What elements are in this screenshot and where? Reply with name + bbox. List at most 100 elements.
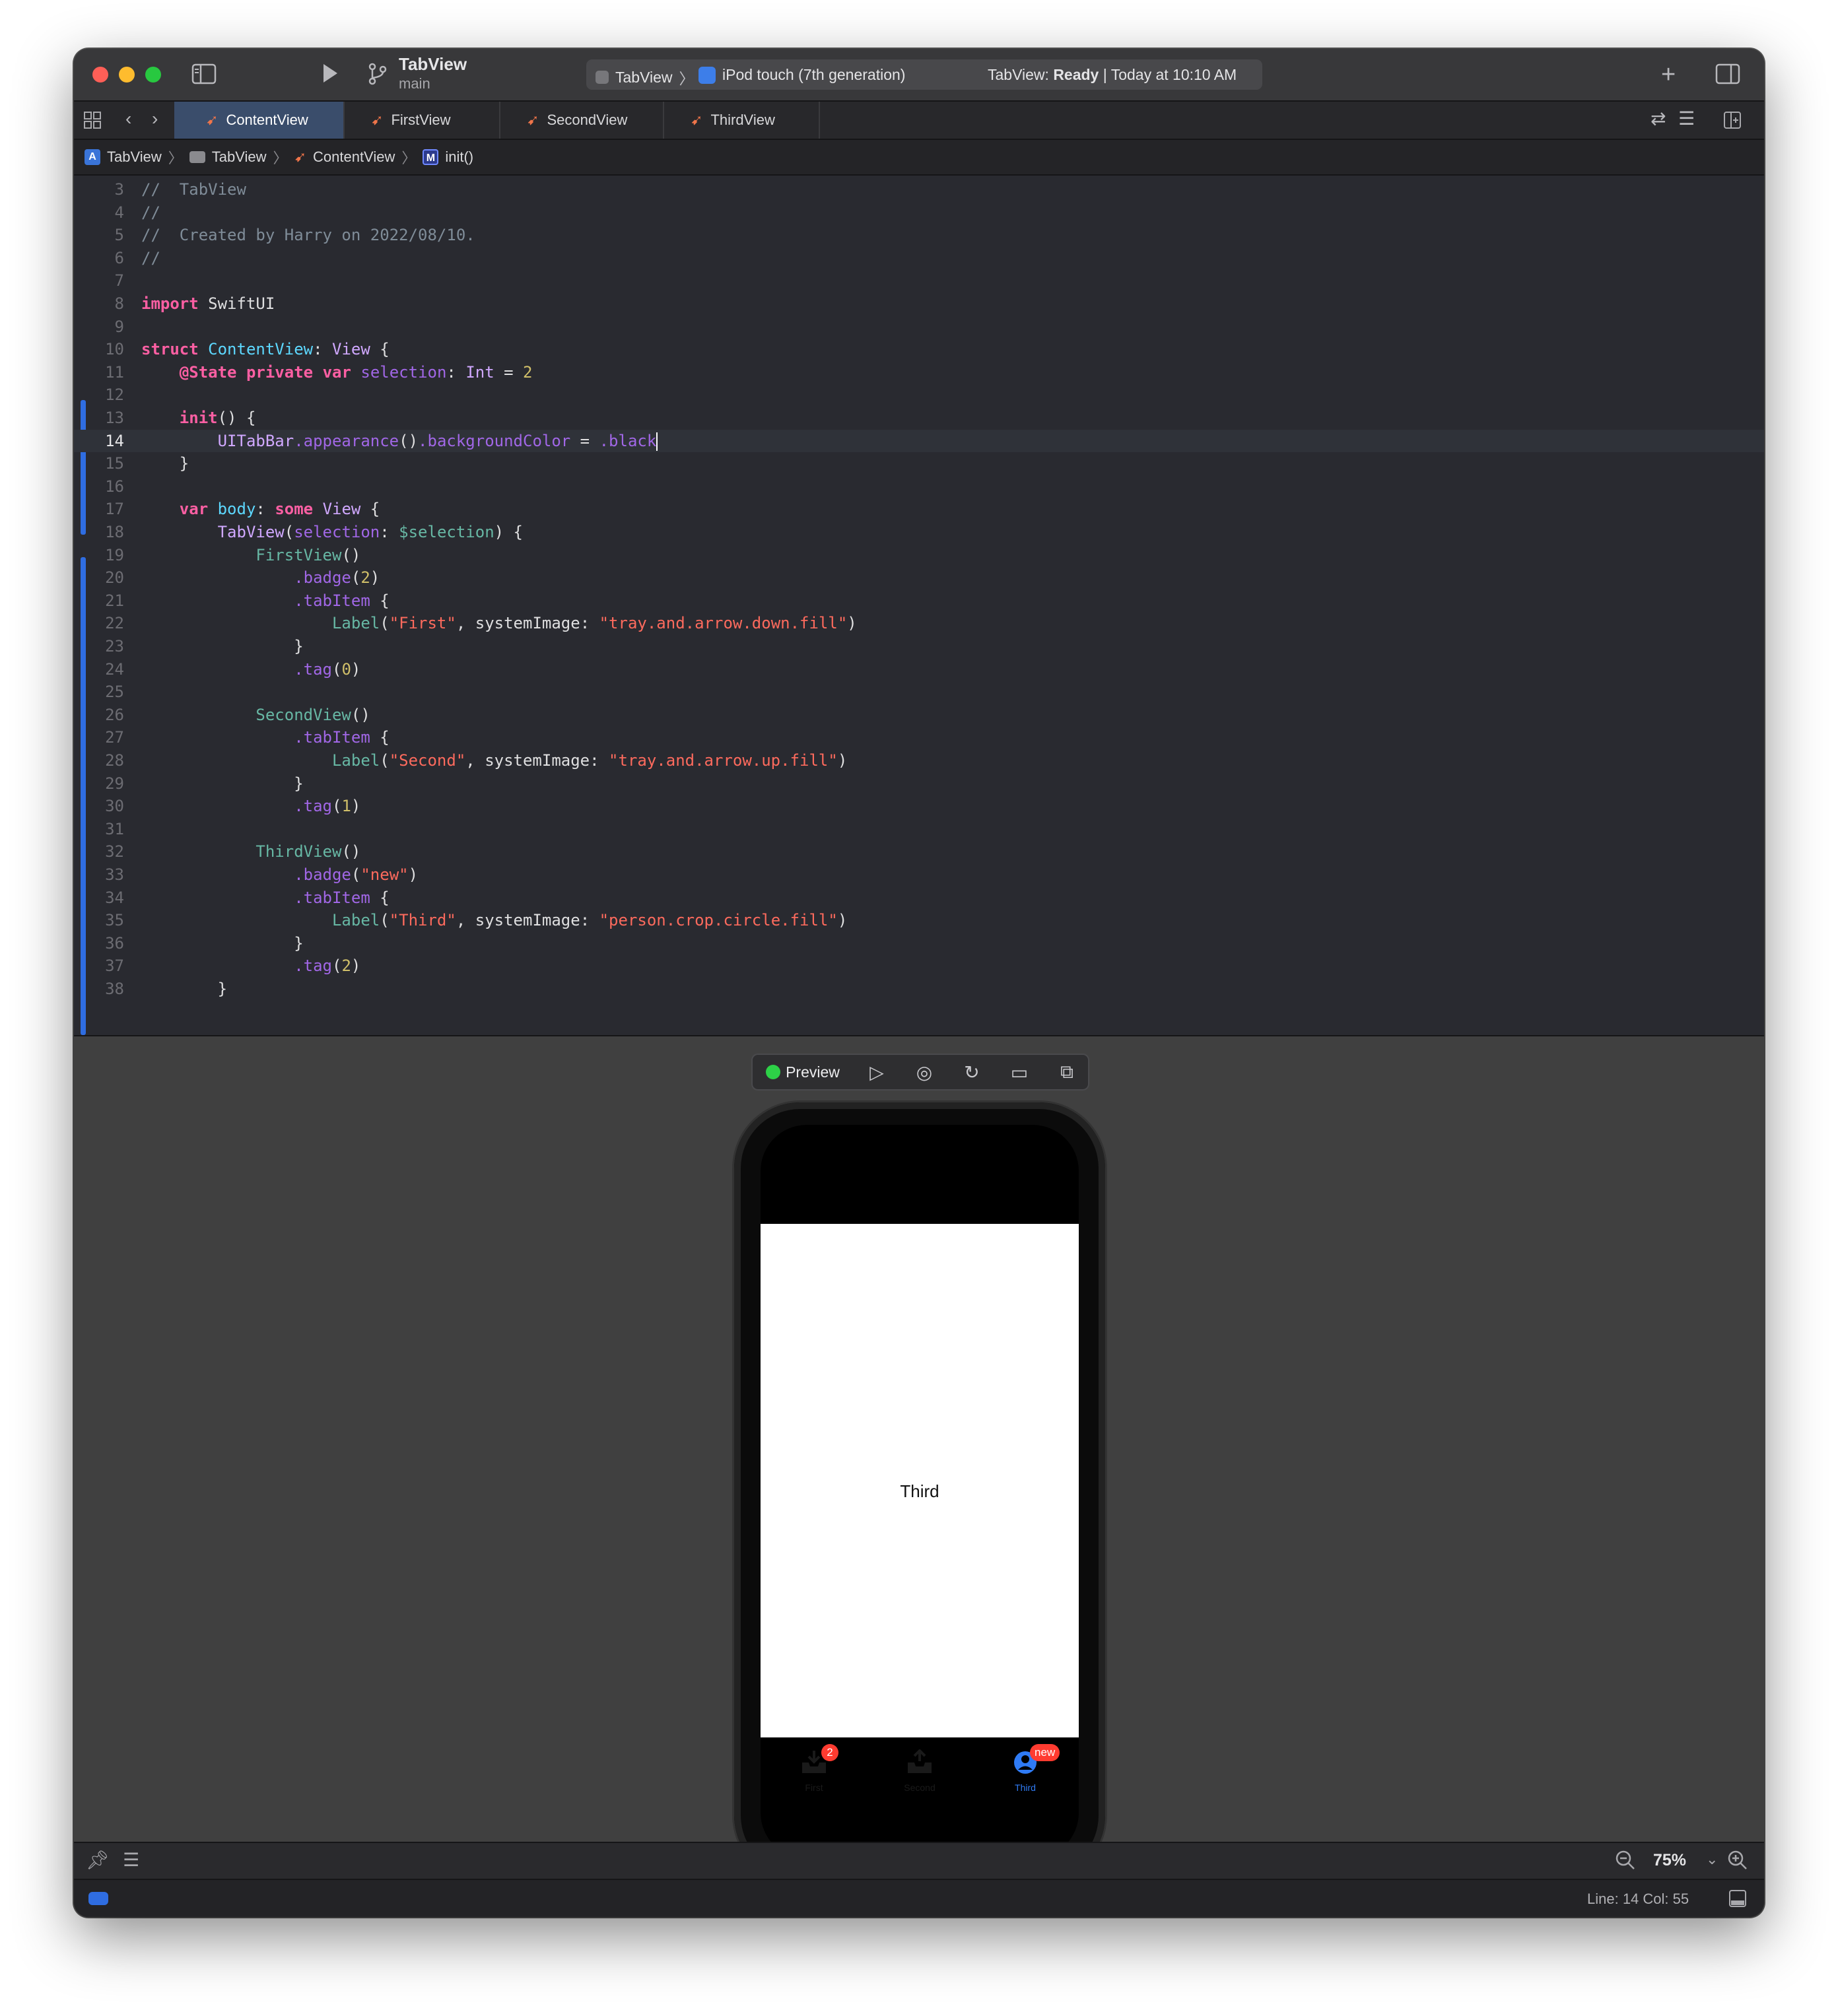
tab-item-third[interactable]: Third new <box>989 1744 1062 1793</box>
live-preview-icon[interactable]: ▷ <box>864 1059 890 1085</box>
code-line[interactable]: 18 TabView(selection: $selection) { <box>74 521 1764 543</box>
device-settings-icon[interactable]: ▭ <box>1006 1059 1033 1085</box>
code-text: UITabBar.appearance().backgroundColor = … <box>217 431 658 451</box>
debug-area-indicator-icon[interactable] <box>88 1892 108 1905</box>
line-number: 3 <box>114 180 124 199</box>
run-icon[interactable] <box>320 62 339 88</box>
code-line[interactable]: 9 <box>74 316 1764 338</box>
code-line[interactable]: 3 // TabView <box>74 178 1764 201</box>
debug-area-toggle-icon[interactable] <box>1728 1889 1747 1911</box>
close-window-button[interactable] <box>92 67 108 83</box>
zoom-window-button[interactable] <box>145 67 161 83</box>
code-line[interactable]: 7 <box>74 269 1764 292</box>
pin-icon[interactable]: 📌︎ <box>86 1851 110 1869</box>
tab-thirdview[interactable]: ➹ ThirdView <box>664 102 820 139</box>
code-line[interactable]: 10 struct ContentView: View { <box>74 338 1764 360</box>
variants-icon[interactable]: ☰ <box>123 1851 139 1869</box>
code-line[interactable]: 16 <box>74 475 1764 498</box>
tab-badge: new <box>1030 1744 1060 1761</box>
code-line[interactable]: 26 SecondView() <box>74 704 1764 726</box>
code-line[interactable]: 37 .tag(2) <box>74 955 1764 977</box>
tab-label: FirstView <box>391 112 451 128</box>
device-frame: Third First 2 Second Third new <box>734 1102 1105 1881</box>
code-line[interactable]: 24 .tag(0) <box>74 658 1764 681</box>
code-line[interactable]: 30 .tag(1) <box>74 795 1764 817</box>
code-line[interactable]: 35 Label("Third", systemImage: "person.c… <box>74 909 1764 931</box>
tab-item-second[interactable]: Second <box>883 1749 956 1793</box>
line-number: 5 <box>114 226 124 245</box>
code-line[interactable]: 25 <box>74 681 1764 703</box>
code-line[interactable]: 5 // Created by Harry on 2022/08/10. <box>74 224 1764 246</box>
tab-firstview[interactable]: ➹ FirstView <box>345 102 500 139</box>
tab-secondview[interactable]: ➹ SecondView <box>500 102 664 139</box>
line-number: 28 <box>105 751 124 770</box>
inspector-toggle-icon[interactable] <box>1715 63 1740 88</box>
line-number: 6 <box>114 248 124 267</box>
tab-contentview[interactable]: ➹ ContentView <box>174 102 345 139</box>
line-number: 26 <box>105 705 124 724</box>
tab-item-first[interactable]: First 2 <box>778 1744 850 1793</box>
code-line[interactable]: 33 .badge("new") <box>74 863 1764 886</box>
breadcrumb-item[interactable]: TabView <box>107 149 162 166</box>
line-number: 19 <box>105 545 124 564</box>
selectable-icon[interactable]: ◎ <box>911 1059 937 1085</box>
swift-file-icon: ➹ <box>294 149 306 165</box>
back-icon[interactable]: ‹ <box>125 110 131 128</box>
code-text: FirstView() <box>255 545 361 564</box>
status-bar: Line: 14 Col: 55 <box>74 1879 1764 1917</box>
code-line[interactable]: 13 init() { <box>74 407 1764 429</box>
zoom-in-icon[interactable] <box>1727 1850 1748 1874</box>
source-editor[interactable]: 3 // TabView 4 // 5 // Created by Harry on 20… <box>74 176 1764 1035</box>
code-line[interactable]: 29 } <box>74 772 1764 795</box>
text-caret <box>656 432 658 451</box>
code-text: Label("Third", systemImage: "person.crop… <box>331 911 848 930</box>
code-line[interactable]: 19 FirstView() <box>74 544 1764 566</box>
code-line[interactable]: 12 <box>74 384 1764 406</box>
code-line[interactable]: 36 } <box>74 932 1764 955</box>
branch-icon <box>367 62 388 90</box>
code-line[interactable]: 11 @State private var selection: Int = 2 <box>74 361 1764 384</box>
code-line[interactable]: 4 // <box>74 201 1764 224</box>
line-number: 21 <box>105 591 124 610</box>
code-line[interactable]: 22 Label("First", systemImage: "tray.and… <box>74 612 1764 634</box>
swap-icon[interactable]: ⇄ <box>1651 110 1666 128</box>
destination-selector[interactable]: iPod touch (7th generation) <box>698 66 905 84</box>
editor-options-icon[interactable]: ☰ <box>1678 110 1695 128</box>
code-line[interactable]: 17 var body: some View { <box>74 498 1764 520</box>
zoom-out-icon[interactable] <box>1615 1850 1636 1874</box>
code-line[interactable]: 38 } <box>74 978 1764 1000</box>
breadcrumb-item[interactable]: init() <box>445 149 473 166</box>
preview-mode-button[interactable]: Preview <box>761 1059 845 1085</box>
line-number: 27 <box>105 728 124 747</box>
line-number: 34 <box>105 888 124 907</box>
duplicate-icon[interactable]: ⧉ <box>1054 1059 1080 1085</box>
add-icon[interactable]: + <box>1661 62 1676 87</box>
activity-bar: TabView 〉 iPod touch (7th generation) Ta… <box>586 59 1262 90</box>
preview-toolbar: Preview ▷ ◎ ↻ ▭ ⧉ <box>751 1054 1089 1091</box>
device-icon <box>698 66 716 84</box>
code-line[interactable]: 23 } <box>74 635 1764 657</box>
code-line[interactable]: 31 <box>74 818 1764 840</box>
breadcrumb-item[interactable]: TabView <box>212 149 267 166</box>
grid-icon[interactable] <box>83 111 102 133</box>
code-line[interactable]: 6 // <box>74 247 1764 269</box>
chevron-down-icon[interactable]: ⌄ <box>1706 1852 1718 1867</box>
split-editor-icon[interactable] <box>1723 111 1742 133</box>
code-line[interactable]: 15 } <box>74 452 1764 475</box>
navigator-toggle-icon[interactable] <box>191 63 217 88</box>
code-line[interactable]: 21 .tabItem { <box>74 589 1764 612</box>
rotate-icon[interactable]: ↻ <box>959 1059 985 1085</box>
forward-icon[interactable]: › <box>152 110 158 128</box>
zoom-level[interactable]: 75% <box>1653 1851 1686 1870</box>
breadcrumb-item[interactable]: ContentView <box>313 149 395 166</box>
minimize-window-button[interactable] <box>119 67 135 83</box>
code-line[interactable]: 8 import SwiftUI <box>74 292 1764 315</box>
code-line[interactable]: 28 Label("Second", systemImage: "tray.an… <box>74 749 1764 772</box>
tray-arrow-down-icon <box>778 1749 850 1781</box>
scheme-selector[interactable]: TabView 〉 <box>596 66 695 88</box>
code-line[interactable]: 14 UITabBar.appearance().backgroundColor… <box>74 429 1764 452</box>
code-line[interactable]: 32 ThirdView() <box>74 840 1764 863</box>
code-line[interactable]: 20 .badge(2) <box>74 566 1764 589</box>
code-line[interactable]: 34 .tabItem { <box>74 887 1764 909</box>
code-line[interactable]: 27 .tabItem { <box>74 726 1764 749</box>
